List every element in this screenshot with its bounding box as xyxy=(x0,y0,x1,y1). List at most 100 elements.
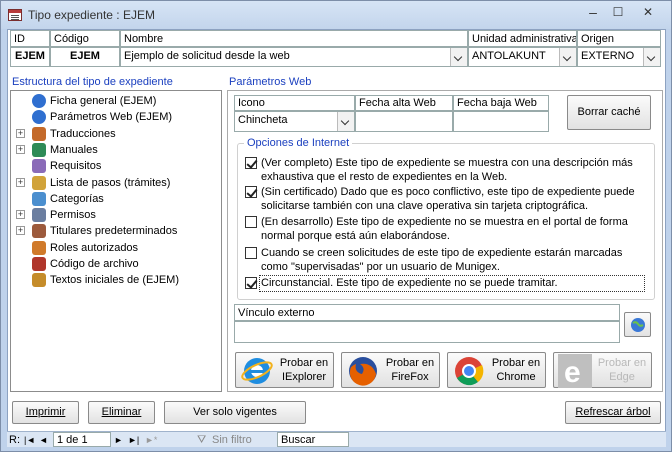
expand-icon[interactable]: + xyxy=(16,144,25,154)
expand-icon[interactable]: + xyxy=(16,226,25,236)
open-link-button[interactable] xyxy=(624,312,651,337)
search-input[interactable]: Buscar xyxy=(277,432,349,447)
title-bar: Tipo expediente : EJEM – ☐ ✕ xyxy=(1,1,671,29)
option-checkbox[interactable] xyxy=(245,277,257,289)
last-record-button[interactable]: ►| xyxy=(128,433,139,447)
test-firefox-button[interactable]: Probar en FireFox xyxy=(341,352,440,388)
browser-button-label: Probar en Edge xyxy=(597,357,647,383)
window-title: Tipo expediente : EJEM xyxy=(28,8,155,22)
refresh-tree-button[interactable]: Refrescar árbol xyxy=(565,401,661,424)
tree-item-label: Permisos xyxy=(50,209,96,222)
icono-value: Chincheta xyxy=(238,114,288,126)
fecha-alta-header: Fecha alta Web xyxy=(355,95,453,111)
option-text: Cuando se creen solicitudes de este tipo… xyxy=(261,247,623,273)
browser-button-label: Probar en IExplorer xyxy=(279,357,329,383)
option-checkbox[interactable] xyxy=(245,186,257,198)
icono-header: Icono xyxy=(234,95,355,111)
roles-icon xyxy=(32,240,46,255)
record-position-field[interactable]: 1 de 1 xyxy=(53,432,111,447)
print-label: Imprimir xyxy=(25,406,66,418)
refresh-tree-label: Refrescar árbol xyxy=(575,406,651,418)
checklist-icon xyxy=(32,159,46,174)
first-record-button[interactable]: |◄ xyxy=(24,433,35,447)
tree-item-label: Textos iniciales de (EJEM) xyxy=(50,274,179,287)
tree-title: Estructura del tipo de expediente xyxy=(12,76,173,88)
col-unidad-header: Unidad administrativa xyxy=(468,30,577,47)
external-link-field[interactable] xyxy=(234,321,620,343)
window: Tipo expediente : EJEM – ☐ ✕ ID Código N… xyxy=(0,0,672,452)
option-checkbox[interactable] xyxy=(245,216,257,228)
firefox-icon xyxy=(346,354,380,388)
delete-label: Eliminar xyxy=(101,406,142,418)
expand-icon[interactable]: + xyxy=(16,210,25,220)
filter-toggle[interactable]: Sin filtro xyxy=(212,433,252,447)
nombre-value: Ejemplo de solicitud desde la web xyxy=(124,50,290,62)
col-id-header: ID xyxy=(10,30,50,47)
filter-icon: ⛛ xyxy=(197,434,207,446)
tree-item-label: Roles autorizados xyxy=(50,241,139,254)
option-checkbox[interactable] xyxy=(245,247,257,259)
tree-item-label: Ficha general (EJEM) xyxy=(50,95,157,107)
fecha-baja-field[interactable] xyxy=(453,111,549,132)
svg-text:e: e xyxy=(564,356,581,388)
fecha-baja-header: Fecha baja Web xyxy=(453,95,549,111)
delete-button[interactable]: Eliminar xyxy=(88,401,155,424)
minimize-button[interactable]: – xyxy=(581,2,605,22)
users-icon xyxy=(32,208,46,223)
archive-icon xyxy=(32,257,46,271)
origen-combo[interactable]: EXTERNO xyxy=(577,47,661,67)
globe-icon xyxy=(32,94,46,108)
category-icon xyxy=(32,191,46,206)
next-record-button[interactable]: ► xyxy=(114,433,123,447)
prev-record-button[interactable]: ◄ xyxy=(39,433,48,447)
unidad-value: ANTOLAKUNT xyxy=(472,50,546,62)
option-text: (Ver completo) Este tipo de expediente s… xyxy=(261,157,633,183)
edge-icon: e xyxy=(558,354,592,389)
test-chrome-button[interactable]: Probar en Chrome xyxy=(447,352,546,388)
chevron-down-icon[interactable] xyxy=(643,48,660,66)
browser-button-label: Probar en FireFox xyxy=(385,357,435,383)
options-title: Opciones de Internet xyxy=(244,137,353,149)
chevron-down-icon[interactable] xyxy=(337,112,354,131)
fecha-alta-field[interactable] xyxy=(355,111,453,132)
form-icon xyxy=(8,9,22,21)
new-record-button[interactable]: ►* xyxy=(145,433,157,447)
origen-value: EXTERNO xyxy=(581,50,635,62)
col-origen-header: Origen xyxy=(577,30,661,47)
unidad-combo[interactable]: ANTOLAKUNT xyxy=(468,47,577,67)
clear-cache-button[interactable]: Borrar caché xyxy=(567,95,651,130)
col-nombre-header: Nombre xyxy=(120,30,468,47)
icono-combo[interactable]: Chincheta xyxy=(234,111,355,132)
holders-icon xyxy=(32,224,46,239)
external-link-label: Vínculo externo xyxy=(234,304,620,321)
test-ie-button[interactable]: Probar en IExplorer xyxy=(235,352,334,388)
id-field[interactable]: EJEM xyxy=(10,47,50,67)
tree-item-label: Código de archivo xyxy=(50,258,139,270)
show-active-button[interactable]: Ver solo vigentes xyxy=(164,401,306,424)
print-button[interactable]: Imprimir xyxy=(12,401,79,424)
option-text: (En desarrollo) Este tipo de expediente … xyxy=(261,216,628,242)
expand-icon[interactable]: + xyxy=(16,128,25,138)
maximize-button[interactable]: ☐ xyxy=(606,2,630,22)
book-icon xyxy=(32,142,46,157)
tree-item-label: Manuales xyxy=(50,143,98,156)
test-edge-button[interactable]: e Probar en Edge xyxy=(553,352,652,389)
steps-icon xyxy=(32,175,46,190)
tree-item-label: Lista de pasos (trámites) xyxy=(50,176,171,189)
chrome-icon xyxy=(452,354,486,388)
tree-item-label: Titulares predeterminados xyxy=(50,225,178,238)
option-text: (Sin certificado) Dado que es poco confl… xyxy=(261,186,635,212)
nombre-combo[interactable]: Ejemplo de solicitud desde la web xyxy=(120,47,468,67)
tree-item-label: Parámetros Web (EJEM) xyxy=(50,111,173,124)
option-text: Circunstancial. Este tipo de expediente … xyxy=(261,277,558,289)
close-button[interactable]: ✕ xyxy=(631,2,665,22)
tree-item-label: Requisitos xyxy=(50,160,102,173)
chevron-down-icon[interactable] xyxy=(559,48,576,66)
tree-item-label: Categorías xyxy=(50,192,104,205)
option-checkbox[interactable] xyxy=(245,157,257,169)
chevron-down-icon[interactable] xyxy=(450,48,467,66)
expand-icon[interactable]: + xyxy=(16,177,25,187)
codigo-field[interactable]: EJEM xyxy=(50,47,120,67)
globe-icon xyxy=(630,318,645,332)
tree-item-label: Traducciones xyxy=(50,127,116,140)
